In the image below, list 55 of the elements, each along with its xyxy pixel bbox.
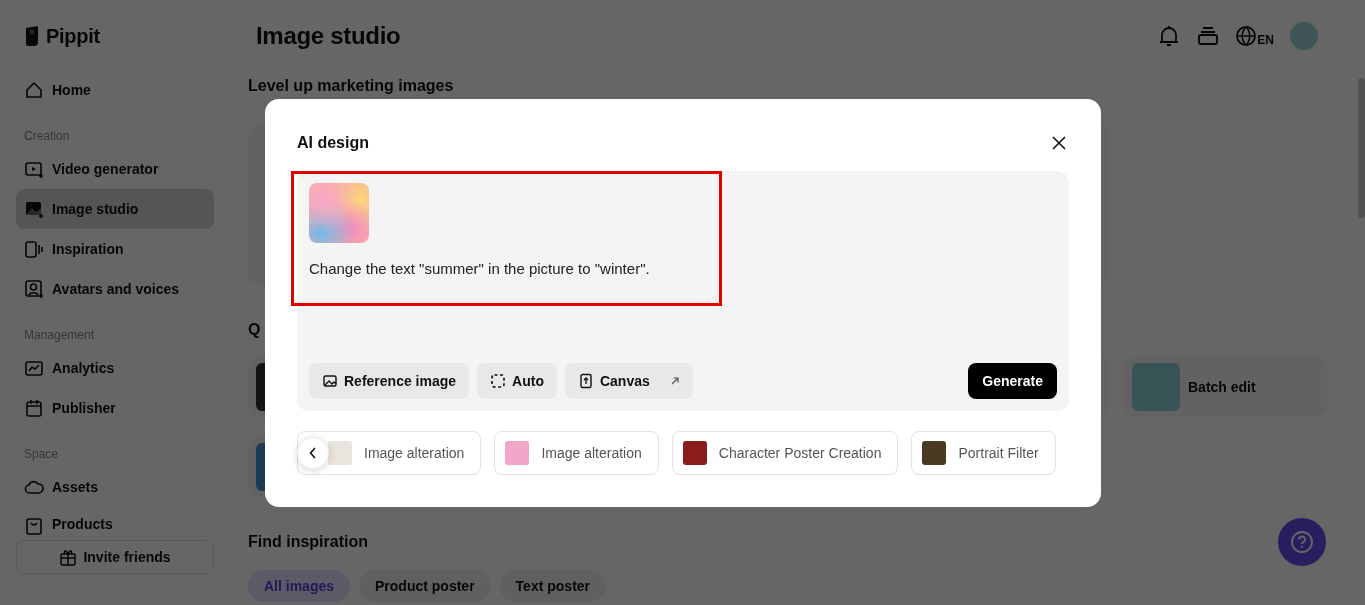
chart-icon bbox=[24, 358, 44, 378]
bag-icon bbox=[24, 516, 44, 536]
tool-label: Batch edit bbox=[1188, 379, 1256, 395]
calendar-icon bbox=[24, 398, 44, 418]
image-thumbnail bbox=[1132, 363, 1180, 411]
canvas-icon bbox=[577, 373, 594, 389]
phone-icon bbox=[24, 239, 44, 259]
nav-item[interactable]: Products bbox=[16, 507, 214, 540]
avatar[interactable] bbox=[1290, 22, 1318, 50]
globe-icon bbox=[1235, 25, 1258, 47]
gift-icon bbox=[59, 548, 78, 566]
nav-item[interactable]: Analytics bbox=[16, 348, 214, 388]
video-icon bbox=[24, 159, 44, 179]
card-stack-icon[interactable] bbox=[1197, 25, 1220, 47]
reference-option-button[interactable]: Reference image bbox=[309, 363, 470, 399]
generate-button[interactable]: Generate bbox=[968, 363, 1057, 399]
help-button[interactable] bbox=[1278, 518, 1326, 566]
nav-item[interactable]: Image studio bbox=[16, 189, 214, 229]
invite-friends-button[interactable]: Invite friends bbox=[16, 540, 214, 574]
dialog-title: AI design bbox=[297, 134, 369, 152]
picture-icon bbox=[322, 373, 338, 389]
filter-chip[interactable]: All images bbox=[248, 570, 351, 602]
section-title: Find inspiration bbox=[248, 532, 368, 552]
filter-chip[interactable]: Text poster bbox=[499, 570, 607, 602]
section-title: Q bbox=[248, 320, 261, 340]
suggestion-chip[interactable]: Image alteration bbox=[494, 431, 659, 475]
tool-card[interactable]: Batch edit bbox=[1124, 357, 1327, 417]
logo-icon bbox=[24, 26, 40, 46]
suggestion-chip[interactable]: Character Poster Creation bbox=[671, 431, 899, 475]
nav-item[interactable]: Home bbox=[16, 70, 214, 110]
avatar-icon bbox=[24, 279, 44, 299]
nav-item[interactable]: Assets bbox=[16, 467, 214, 507]
canvas-option-button[interactable]: Canvas bbox=[564, 363, 693, 399]
suggestion-chip[interactable]: Image alteration bbox=[297, 431, 482, 475]
image-icon bbox=[24, 199, 44, 219]
chevron-left-icon bbox=[309, 447, 317, 459]
language-button[interactable]: EN bbox=[1235, 25, 1274, 47]
nav-item[interactable]: Publisher bbox=[16, 388, 214, 428]
prompt-box[interactable]: Change the text "summer" in the picture to "winter". Reference image Auto Canvas Generate bbox=[297, 171, 1069, 411]
logo[interactable]: Pippit bbox=[24, 20, 100, 52]
section-title: Level up marketing images bbox=[248, 76, 454, 96]
arrow-icon bbox=[669, 376, 680, 386]
page-title: Image studio bbox=[256, 22, 401, 50]
nav-item[interactable]: Video generator bbox=[16, 149, 214, 189]
suggestion-chip[interactable]: Portrait Filter bbox=[911, 431, 1056, 475]
home-icon bbox=[24, 80, 44, 100]
auto-option-button[interactable]: Auto bbox=[477, 363, 557, 399]
dashed-square-icon bbox=[490, 373, 507, 389]
nav-item[interactable]: Avatars and voices bbox=[16, 269, 214, 309]
prompt-text: Change the text "summer" in the picture to "winter". bbox=[309, 259, 650, 279]
nav-item[interactable]: Inspiration bbox=[16, 229, 214, 269]
close-icon bbox=[1052, 136, 1066, 150]
help-icon bbox=[1290, 530, 1314, 554]
filter-chip[interactable]: Product poster bbox=[359, 570, 491, 602]
photo-placeholder bbox=[309, 183, 369, 243]
